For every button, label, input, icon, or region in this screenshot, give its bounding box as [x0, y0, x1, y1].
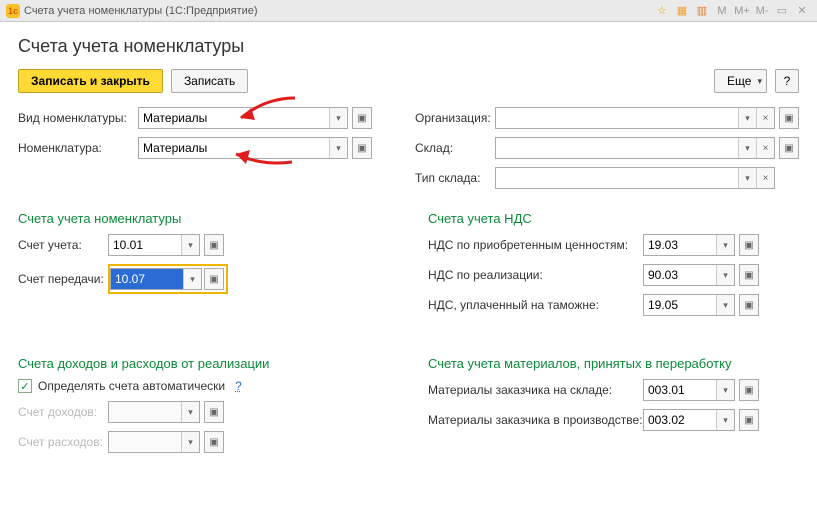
- nds-prio-label: НДС по приобретенным ценностям:: [428, 238, 643, 252]
- calendar-icon[interactable]: ▥: [693, 3, 711, 19]
- chevron-down-icon[interactable]: ▾: [329, 138, 347, 158]
- tip-sklada-input[interactable]: ▾ ×: [495, 167, 775, 189]
- expand-icon[interactable]: ▣: [779, 137, 799, 159]
- mat-proizv-label: Материалы заказчика в производстве:: [428, 413, 643, 427]
- toolbar: Записать и закрыть Записать Еще ▾ ?: [18, 69, 799, 93]
- m-minus-icon[interactable]: M-: [753, 3, 771, 19]
- vid-nomenklatury-label: Вид номенклатуры:: [18, 111, 138, 125]
- section-nds-title: Счета учета НДС: [428, 211, 799, 226]
- chevron-down-icon[interactable]: ▾: [716, 410, 734, 430]
- chevron-down-icon: ▾: [181, 432, 199, 452]
- nomenklatura-field[interactable]: [139, 138, 329, 158]
- nds-tam-label: НДС, уплаченный на таможне:: [428, 298, 643, 312]
- favorite-icon[interactable]: ☆: [653, 3, 671, 19]
- minimize-icon[interactable]: ▭: [773, 3, 791, 19]
- nds-real-input[interactable]: ▾: [643, 264, 735, 286]
- organizatsiya-input[interactable]: ▾ ×: [495, 107, 775, 129]
- expand-icon[interactable]: ▣: [739, 264, 759, 286]
- more-label: Еще: [727, 74, 751, 88]
- clear-icon[interactable]: ×: [756, 138, 774, 158]
- nomenklatura-input[interactable]: ▾: [138, 137, 348, 159]
- schet-rashodov-input: ▾: [108, 431, 200, 453]
- chevron-down-icon[interactable]: ▾: [716, 265, 734, 285]
- schet-ucheta-field[interactable]: [109, 235, 181, 255]
- expand-icon[interactable]: ▣: [352, 107, 372, 129]
- section-income-title: Счета доходов и расходов от реализации: [18, 356, 398, 371]
- nds-prio-field[interactable]: [644, 235, 716, 255]
- nds-tam-input[interactable]: ▾: [643, 294, 735, 316]
- m-icon[interactable]: M: [713, 3, 731, 19]
- expand-icon[interactable]: ▣: [352, 137, 372, 159]
- expand-icon[interactable]: ▣: [739, 234, 759, 256]
- sklad-field[interactable]: [496, 138, 738, 158]
- chevron-down-icon[interactable]: ▾: [716, 295, 734, 315]
- expand-icon[interactable]: ▣: [739, 409, 759, 431]
- chevron-down-icon: ▾: [181, 402, 199, 422]
- schet-ucheta-label: Счет учета:: [18, 238, 108, 252]
- expand-icon[interactable]: ▣: [739, 379, 759, 401]
- m-plus-icon[interactable]: M+: [733, 3, 751, 19]
- mat-sklad-input[interactable]: ▾: [643, 379, 735, 401]
- chevron-down-icon[interactable]: ▾: [183, 269, 201, 289]
- section-accounts-title: Счета учета номенклатуры: [18, 211, 398, 226]
- clear-icon[interactable]: ×: [756, 168, 774, 188]
- tip-sklada-field[interactable]: [496, 168, 738, 188]
- mat-sklad-label: Материалы заказчика на складе:: [428, 383, 643, 397]
- save-close-button[interactable]: Записать и закрыть: [18, 69, 163, 93]
- chevron-down-icon[interactable]: ▾: [716, 235, 734, 255]
- nds-prio-input[interactable]: ▾: [643, 234, 735, 256]
- schet-dohodov-field: [109, 402, 181, 422]
- chevron-down-icon: ▾: [757, 76, 762, 87]
- schet-dohodov-label: Счет доходов:: [18, 405, 108, 419]
- more-button[interactable]: Еще ▾: [714, 69, 767, 93]
- expand-icon: ▣: [204, 401, 224, 423]
- chevron-down-icon[interactable]: ▾: [738, 138, 756, 158]
- vid-nomenklatury-field[interactable]: [139, 108, 329, 128]
- window-title: Счета учета номенклатуры (1С:Предприятие…: [24, 5, 258, 17]
- expand-icon[interactable]: ▣: [779, 107, 799, 129]
- clear-icon[interactable]: ×: [756, 108, 774, 128]
- chevron-down-icon[interactable]: ▾: [716, 380, 734, 400]
- expand-icon[interactable]: ▣: [204, 234, 224, 256]
- schet-dohodov-input: ▾: [108, 401, 200, 423]
- nds-real-field[interactable]: [644, 265, 716, 285]
- expand-icon[interactable]: ▣: [204, 268, 224, 290]
- section-materials-title: Счета учета материалов, принятых в перер…: [428, 356, 799, 371]
- organizatsiya-label: Организация:: [415, 111, 495, 125]
- schet-peredachi-field[interactable]: [111, 269, 183, 289]
- nomenklatura-label: Номенклатура:: [18, 141, 138, 155]
- schet-ucheta-input[interactable]: ▾: [108, 234, 200, 256]
- chevron-down-icon[interactable]: ▾: [329, 108, 347, 128]
- help-icon[interactable]: ?: [235, 379, 242, 393]
- schet-peredachi-label: Счет передачи:: [18, 272, 108, 286]
- vid-nomenklatury-input[interactable]: ▾: [138, 107, 348, 129]
- mat-proizv-field[interactable]: [644, 410, 716, 430]
- highlighted-field: ▾ ▣: [108, 264, 228, 294]
- save-button[interactable]: Записать: [171, 69, 248, 93]
- tip-sklada-label: Тип склада:: [415, 171, 495, 185]
- expand-icon[interactable]: ▣: [739, 294, 759, 316]
- nds-real-label: НДС по реализации:: [428, 268, 643, 282]
- chevron-down-icon[interactable]: ▾: [738, 108, 756, 128]
- nds-tam-field[interactable]: [644, 295, 716, 315]
- chevron-down-icon[interactable]: ▾: [181, 235, 199, 255]
- sklad-input[interactable]: ▾ ×: [495, 137, 775, 159]
- close-icon[interactable]: ✕: [793, 3, 811, 19]
- auto-label: Определять счета автоматически: [38, 379, 225, 393]
- mat-sklad-field[interactable]: [644, 380, 716, 400]
- page-title: Счета учета номенклатуры: [18, 36, 799, 57]
- expand-icon: ▣: [204, 431, 224, 453]
- schet-rashodov-label: Счет расходов:: [18, 435, 108, 449]
- auto-checkbox[interactable]: ✓: [18, 379, 32, 393]
- mat-proizv-input[interactable]: ▾: [643, 409, 735, 431]
- organizatsiya-field[interactable]: [496, 108, 738, 128]
- chevron-down-icon[interactable]: ▾: [738, 168, 756, 188]
- calculator-icon[interactable]: ▦: [673, 3, 691, 19]
- app-icon: 1c: [6, 4, 20, 18]
- title-bar: 1c Счета учета номенклатуры (1С:Предприя…: [0, 0, 817, 22]
- schet-rashodov-field: [109, 432, 181, 452]
- sklad-label: Склад:: [415, 141, 495, 155]
- schet-peredachi-input[interactable]: ▾: [110, 268, 202, 290]
- help-button[interactable]: ?: [775, 69, 799, 93]
